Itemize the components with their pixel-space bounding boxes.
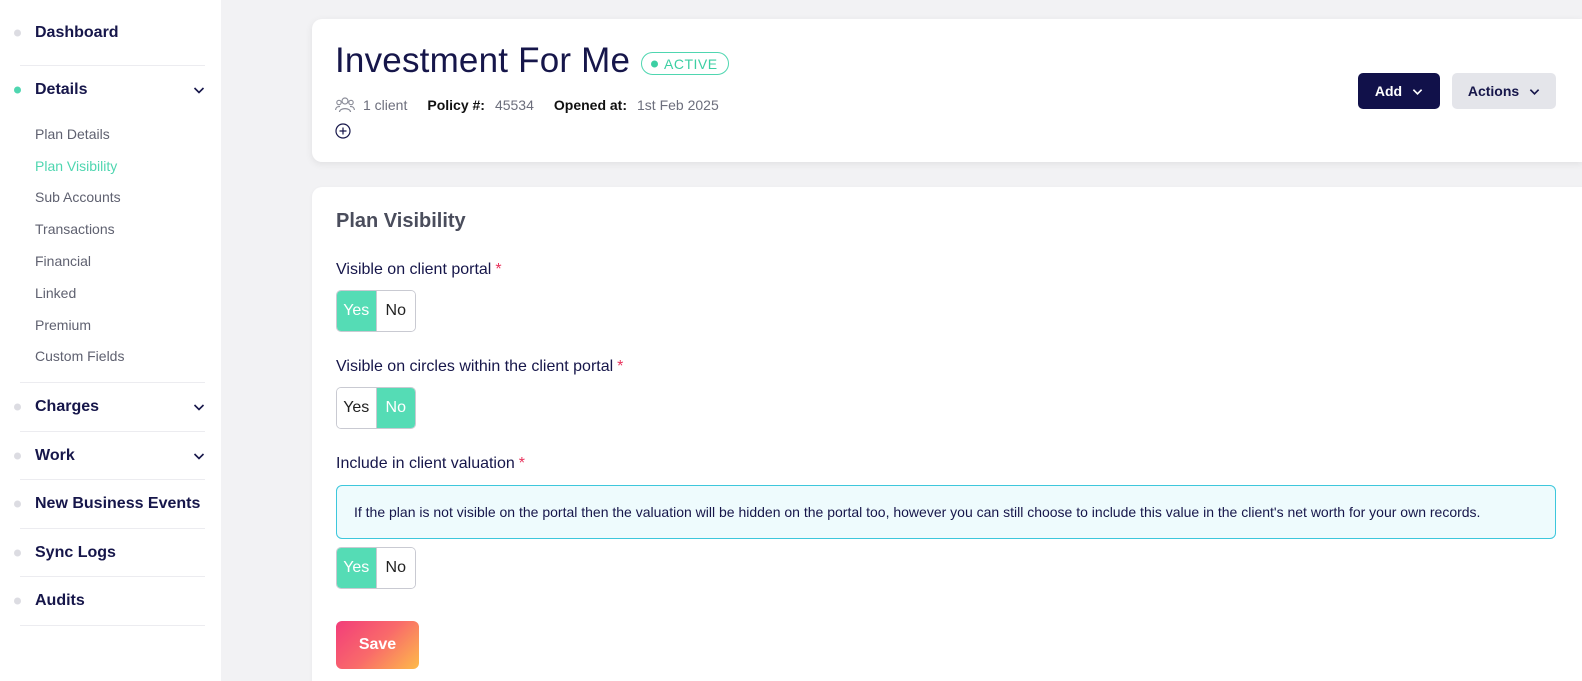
sidebar-subitem-plan-visibility[interactable]: Plan Visibility [35,150,205,182]
sidebar-item-charges[interactable]: Charges [14,383,205,432]
sidebar-item-label: New Business Events [35,495,201,513]
policy-number: 45534 [494,97,534,113]
sidebar-subitem-financial[interactable]: Financial [35,245,205,277]
section-title: Plan Visibility [336,210,466,232]
chevron-down-icon [1412,88,1423,95]
actions-button-label: Actions [1467,83,1520,99]
opened-label: Opened at: [553,97,628,113]
toggle-yes[interactable]: Yes [337,291,376,331]
sidebar-item-label: Audits [35,592,85,610]
add-button-label: Add [1374,83,1403,99]
sidebar-item-label: Work [35,446,75,464]
nav-dot-icon [14,86,21,94]
client-valuation-toggle: Yes No [336,547,416,589]
portal-visibility-toggle: Yes No [336,290,416,332]
policy-label: Policy #: [427,97,485,113]
sidebar-subitem-plan-details[interactable]: Plan Details [35,118,205,150]
field-label-portal-visibility: Visible on client portal * [336,261,502,279]
chevron-down-icon [193,87,205,94]
circles-visibility-toggle: Yes No [336,387,416,429]
nav-dot-icon [14,403,21,411]
plan-meta-row: 1 client Policy #: 45534 Opened at: 1st … [335,95,719,115]
add-button[interactable]: Add [1358,73,1440,109]
nav-dot-icon [14,29,21,36]
field-label-client-valuation: Include in client valuation * [336,455,525,473]
field-label-circles-visibility: Visible on circles within the client por… [336,358,623,376]
client-count[interactable]: 1 client [363,97,407,113]
sidebar-item-label: Sync Logs [35,543,116,561]
sidebar-item-audits[interactable]: Audits [14,577,205,626]
toggle-no[interactable]: No [375,548,415,588]
plan-header-card: Investment For Me ACTIVE 1 client Policy… [312,19,1582,162]
field-label-text: Visible on circles within the client por… [336,358,614,375]
sidebar-subitem-transactions[interactable]: Transactions [35,213,205,245]
sidebar-item-label: Charges [35,398,100,416]
info-alert-text: If the plan is not visible on the portal… [354,504,1481,520]
field-label-text: Include in client valuation [336,455,515,472]
nav-dot-icon [14,597,21,605]
nav-dot-icon [14,452,21,460]
sidebar-item-details[interactable]: Details [14,66,205,114]
users-icon [335,97,355,113]
required-marker: * [495,261,502,278]
plan-visibility-card: Plan Visibility Visible on client portal… [312,187,1582,681]
status-badge: ACTIVE [641,52,729,75]
details-subnav: Plan Details Plan Visibility Sub Account… [20,114,205,384]
status-badge-label: ACTIVE [664,55,718,72]
sidebar-subitem-premium[interactable]: Premium [35,309,205,341]
toggle-yes[interactable]: Yes [337,388,376,428]
chevron-down-icon [193,453,205,460]
required-marker: * [518,455,526,472]
sidebar-subitem-sub-accounts[interactable]: Sub Accounts [35,182,205,214]
sidebar-item-dashboard[interactable]: Dashboard [14,0,205,66]
sidebar: Dashboard Details Plan Details Plan Visi… [0,0,221,681]
sidebar-item-work[interactable]: Work [14,432,205,481]
field-label-text: Visible on client portal [336,261,492,278]
sidebar-item-label: Dashboard [35,23,119,41]
sidebar-subitem-linked[interactable]: Linked [35,277,205,309]
status-dot-icon [651,60,658,67]
sidebar-item-new-business-events[interactable]: New Business Events [14,480,205,529]
required-marker: * [617,358,624,375]
valuation-info-alert: If the plan is not visible on the portal… [336,485,1556,539]
add-circle-icon[interactable] [335,123,351,139]
sidebar-item-label: Details [35,81,88,98]
toggle-no[interactable]: No [375,291,415,331]
nav-dot-icon [14,549,21,557]
toggle-yes[interactable]: Yes [337,548,376,588]
toggle-no[interactable]: No [375,388,415,428]
nav-dot-icon [14,500,21,508]
chevron-down-icon [193,404,205,411]
sidebar-item-sync-logs[interactable]: Sync Logs [14,529,205,578]
actions-button[interactable]: Actions [1452,73,1556,109]
chevron-down-icon [1529,88,1540,95]
opened-date: 1st Feb 2025 [637,97,719,113]
page-title: Investment For Me [335,41,631,80]
sidebar-subitem-custom-fields[interactable]: Custom Fields [35,341,205,373]
save-button[interactable]: Save [336,621,419,669]
